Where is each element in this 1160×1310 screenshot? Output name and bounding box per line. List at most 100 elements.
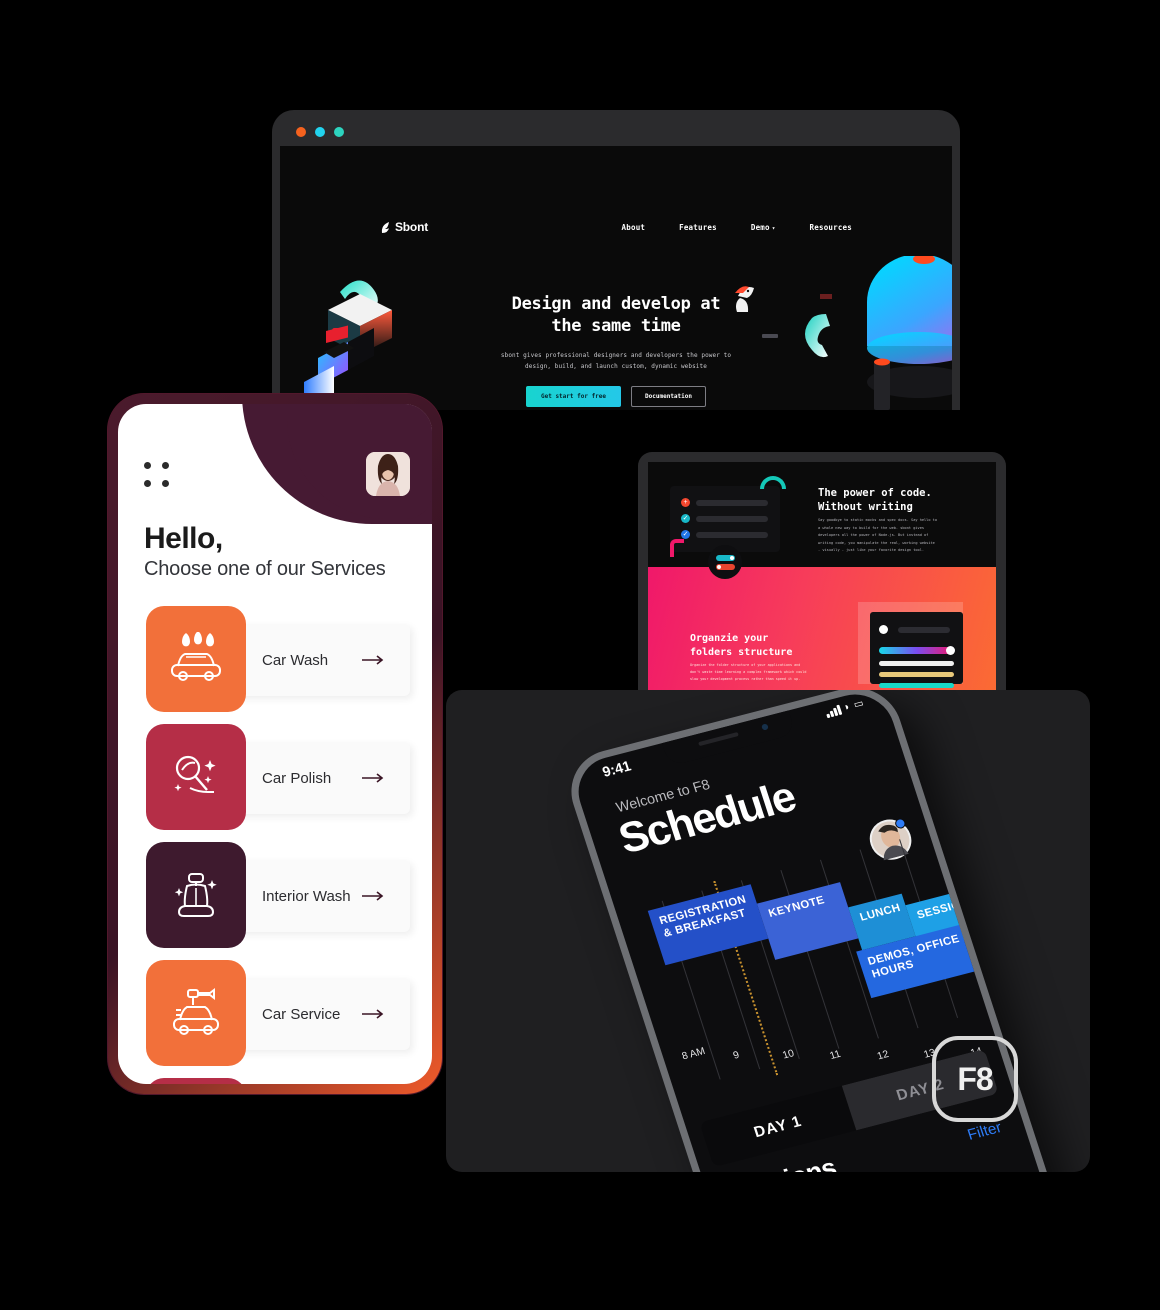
service-icon-tile[interactable] xyxy=(146,724,246,830)
services-list: Car Wash Car Polish Interior Wash Car Se… xyxy=(118,600,432,1084)
nav-item-features[interactable]: Features xyxy=(679,223,717,232)
service-icon-tile[interactable] xyxy=(146,606,246,712)
list-item[interactable]: Interior Wash xyxy=(118,836,432,954)
chevron-down-icon: ▾ xyxy=(771,224,776,232)
laptop-screen: Sbont About Features Demo ▾ Resources Des… xyxy=(280,146,952,410)
code-list-card: + ✓ ✓ xyxy=(670,486,780,552)
tablet-heading: The power of code. Without writing xyxy=(818,486,932,514)
nav-item-resources[interactable]: Resources xyxy=(810,223,852,232)
site-hero: Design and develop at the same time sbon… xyxy=(280,294,952,407)
ui-card-line xyxy=(879,683,954,688)
plus-icon: + xyxy=(681,498,690,507)
traffic-light-maximize-icon[interactable] xyxy=(334,127,344,137)
hero-subtitle-line1: sbont gives professional designers and d… xyxy=(500,351,732,359)
list-item[interactable]: Car Wash xyxy=(118,600,432,718)
slider-knob[interactable] xyxy=(946,646,955,655)
code-row-bar xyxy=(696,531,768,538)
service-icon-tile[interactable] xyxy=(146,960,246,1066)
ui-card-slider[interactable] xyxy=(879,646,955,655)
organize-heading-line1: Organzie your xyxy=(690,633,769,644)
ui-card-bar xyxy=(898,626,951,633)
code-row-2: ✓ xyxy=(681,514,768,523)
organize-heading-line2: folders structure xyxy=(690,647,793,658)
car-seat-icon xyxy=(174,873,217,917)
tablet-heading-line1: The power of code. xyxy=(818,487,932,499)
avatar-photo xyxy=(366,452,410,496)
ui-preview-card xyxy=(870,612,963,688)
arrow-right-icon[interactable] xyxy=(362,1009,388,1019)
signal-icon xyxy=(824,704,842,718)
check-icon: ✓ xyxy=(681,514,690,523)
phone-notch xyxy=(661,710,797,767)
greeting-subtitle: Choose one of our Services xyxy=(144,558,386,580)
arrow-right-icon[interactable] xyxy=(362,773,388,783)
toggle-on-icon[interactable] xyxy=(715,554,735,561)
pink-hook-decoration xyxy=(670,539,684,557)
toggle-chip xyxy=(708,545,742,579)
code-row-3: ✓ xyxy=(681,530,768,539)
list-item[interactable]: Car Service xyxy=(118,954,432,1072)
car-app-phone-mockup: Hello, Choose one of our Services Car Wa… xyxy=(108,394,442,1094)
status-indicators: ◗ ▭ xyxy=(824,698,865,718)
tablet-body-text: Say goodbye to static mocks and spec doc… xyxy=(818,518,937,553)
car-service-icon xyxy=(173,988,219,1035)
arrow-right-icon[interactable] xyxy=(362,655,388,665)
wifi-icon: ◗ xyxy=(842,701,852,714)
code-row-bar xyxy=(696,515,768,522)
arrow-right-icon[interactable] xyxy=(362,891,388,901)
site-brand-label: Sbont xyxy=(395,220,428,234)
mockup-stage: Sbont About Features Demo ▾ Resources Des… xyxy=(0,0,1160,1310)
service-icon-tile[interactable] xyxy=(146,842,246,948)
code-row-bar xyxy=(696,499,768,506)
list-item[interactable]: Car Polish xyxy=(118,718,432,836)
site-navbar: Sbont About Features Demo ▾ Resources xyxy=(280,214,952,240)
service-label: Car Wash xyxy=(262,651,329,669)
status-time: 9:41 xyxy=(600,757,633,780)
service-label: Interior Wash xyxy=(262,887,351,905)
car-wash-icon xyxy=(171,632,221,681)
site-nav-links: About Features Demo ▾ Resources xyxy=(622,223,852,232)
laptop-mockup: Sbont About Features Demo ▾ Resources Des… xyxy=(272,110,960,410)
service-label: Car Service xyxy=(262,1005,341,1023)
speaker-icon xyxy=(698,731,739,747)
organize-heading: Organzie your folders structure xyxy=(690,632,792,660)
ui-card-line xyxy=(879,672,954,677)
tablet-mockup: + ✓ ✓ The power of code. Without writing… xyxy=(638,452,1006,692)
camera-icon xyxy=(761,723,769,731)
list-item[interactable] xyxy=(118,1072,432,1084)
car-app-screen: Hello, Choose one of our Services Car Wa… xyxy=(118,404,432,1084)
site-brand[interactable]: Sbont xyxy=(380,220,428,234)
nav-item-demo-label: Demo xyxy=(750,222,770,232)
traffic-light-minimize-icon[interactable] xyxy=(315,127,325,137)
code-row-1: + xyxy=(681,498,768,507)
documentation-button[interactable]: Documentation xyxy=(631,385,706,407)
user-avatar[interactable] xyxy=(366,452,410,496)
toggle-off-icon[interactable] xyxy=(715,563,735,570)
f8-panel: 9:41 ◗ ▭ Welcome to F8 Schedule REGISTRA… xyxy=(446,690,1090,1172)
f8-logo: F8 xyxy=(932,1036,1018,1122)
car-polish-icon xyxy=(174,755,216,793)
laptop-titlebar xyxy=(280,118,952,146)
ui-card-dot xyxy=(879,625,888,635)
filter-link[interactable]: Filter xyxy=(965,1119,1003,1144)
hero-heading: Design and develop at the same time xyxy=(280,294,952,338)
hero-subtitle-line2: design, build, and launch custom, dynami… xyxy=(525,362,707,370)
service-label: Car Polish xyxy=(262,769,332,787)
ui-preview-card-wrap xyxy=(858,602,963,688)
organize-body-text: Organize the folder structure of your ap… xyxy=(690,663,807,682)
tablet-heading-line2: Without writing xyxy=(818,501,913,514)
ui-card-line xyxy=(879,661,954,666)
greeting-block: Hello, Choose one of our Services xyxy=(144,522,386,581)
grid-dots-icon[interactable] xyxy=(144,462,178,496)
tablet-screen: + ✓ ✓ The power of code. Without writing… xyxy=(648,462,996,692)
nav-item-about[interactable]: About xyxy=(622,223,646,232)
service-icon-tile[interactable] xyxy=(146,1078,246,1084)
get-started-button[interactable]: Get start for free xyxy=(526,385,622,407)
hero-heading-line1: Design and develop at xyxy=(511,294,721,314)
battery-icon: ▭ xyxy=(852,697,866,711)
nav-item-demo[interactable]: Demo ▾ xyxy=(751,223,776,232)
check-icon: ✓ xyxy=(681,530,690,539)
traffic-light-close-icon[interactable] xyxy=(296,127,306,137)
hero-heading-line2: the same time xyxy=(551,315,681,336)
greeting-title: Hello, xyxy=(144,522,223,555)
